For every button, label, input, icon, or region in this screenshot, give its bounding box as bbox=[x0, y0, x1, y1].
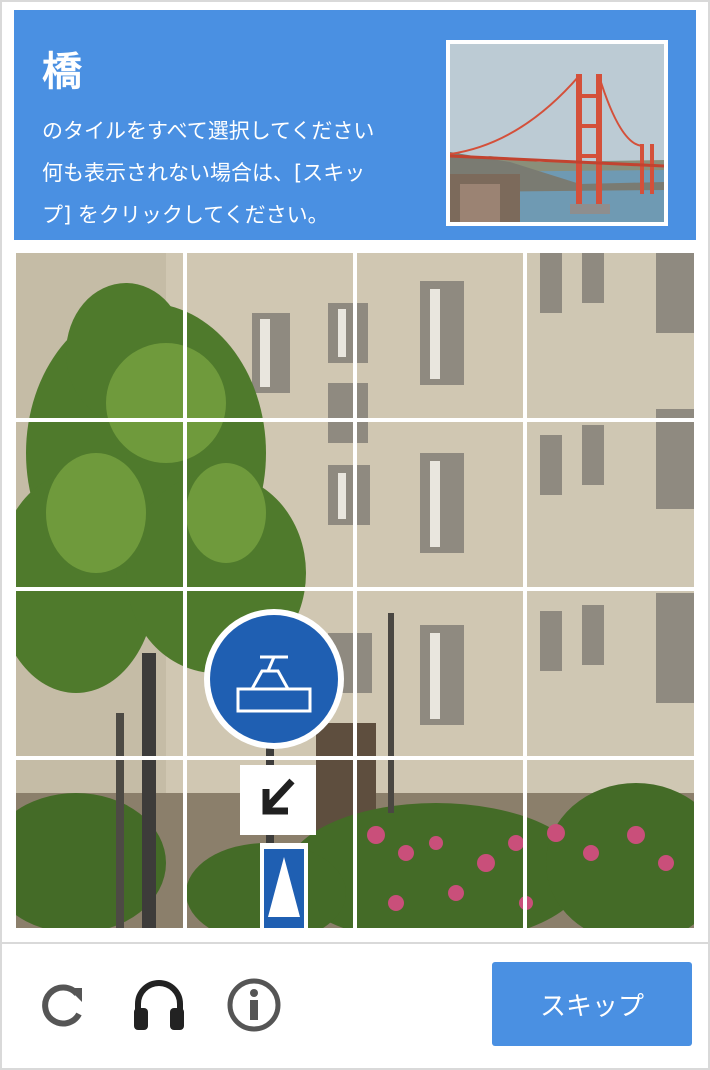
image-tile[interactable] bbox=[185, 422, 355, 591]
image-tile[interactable] bbox=[185, 253, 355, 422]
image-tile[interactable] bbox=[16, 760, 185, 928]
image-tile[interactable] bbox=[525, 253, 694, 422]
image-tile[interactable] bbox=[355, 422, 525, 591]
instruction-line: のタイルをすべて選択してください bbox=[42, 119, 375, 143]
image-tile[interactable] bbox=[16, 422, 185, 591]
challenge-instructions: のタイルをすべて選択してください 何も表示されない場合は、[スキッ プ] をクリ… bbox=[42, 110, 418, 236]
grid-divider bbox=[16, 418, 694, 422]
image-tile[interactable] bbox=[185, 760, 355, 928]
grid-divider bbox=[16, 756, 694, 760]
image-tile[interactable] bbox=[355, 760, 525, 928]
image-tile-grid bbox=[16, 253, 694, 928]
image-tile[interactable] bbox=[355, 253, 525, 422]
info-icon[interactable] bbox=[224, 974, 286, 1036]
footer-divider bbox=[2, 942, 708, 944]
challenge-header: 橋 のタイルをすべて選択してください 何も表示されない場合は、[スキッ プ] を… bbox=[14, 10, 696, 240]
instruction-line: 何も表示されない場合は、[スキッ bbox=[42, 161, 366, 185]
image-tile[interactable] bbox=[185, 591, 355, 760]
image-tile[interactable] bbox=[16, 253, 185, 422]
challenge-keyword: 橋 bbox=[42, 49, 82, 95]
instruction-line: プ] をクリックしてください。 bbox=[42, 203, 329, 227]
image-tile[interactable] bbox=[525, 422, 694, 591]
reload-icon[interactable] bbox=[32, 974, 94, 1036]
skip-button[interactable]: スキップ bbox=[492, 962, 692, 1046]
image-tile[interactable] bbox=[355, 591, 525, 760]
image-tile[interactable] bbox=[16, 591, 185, 760]
image-tile[interactable] bbox=[525, 760, 694, 928]
image-tile[interactable] bbox=[525, 591, 694, 760]
sample-image-bridge bbox=[446, 40, 668, 226]
headphones-icon[interactable] bbox=[128, 974, 190, 1036]
grid-divider bbox=[16, 587, 694, 591]
